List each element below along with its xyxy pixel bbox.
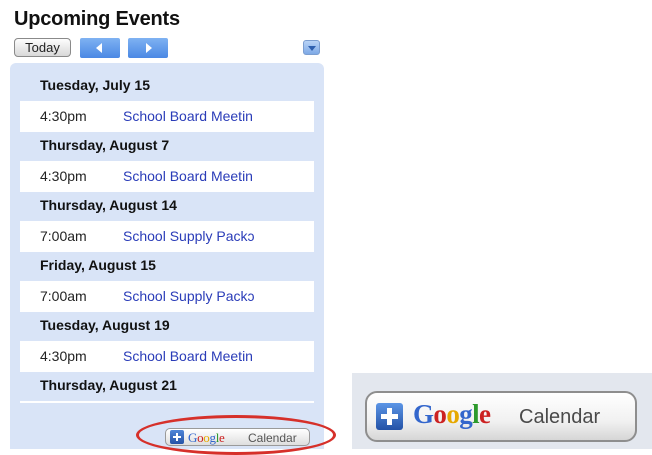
event-time: 7:00am <box>40 401 100 403</box>
calendar-label: Calendar <box>519 406 601 428</box>
event-row[interactable]: 7:00am School Supply Packɔ <box>20 281 314 312</box>
agenda-panel: Tuesday, July 15 4:30pm School Board Meeti… <box>10 63 324 449</box>
options-menu-button[interactable] <box>303 40 320 55</box>
event-row[interactable]: 4:30pm School Board Meetin <box>20 161 314 192</box>
event-title-link[interactable]: School Supply Packɔ <box>123 228 255 244</box>
event-time: 4:30pm <box>40 348 87 364</box>
google-letter: G <box>413 399 434 429</box>
day-header: Thursday, August 7 <box>20 132 314 161</box>
chevron-down-icon <box>308 46 316 51</box>
event-time: 4:30pm <box>40 108 87 124</box>
event-row[interactable]: 7:00amSchool Supply Packɔ <box>20 401 314 403</box>
google-letter: o <box>433 399 447 429</box>
right-arrow-icon <box>146 43 152 53</box>
previous-button[interactable] <box>80 38 120 58</box>
google-letter: e <box>479 399 491 429</box>
event-title-link[interactable]: School Board Meetin <box>123 348 253 364</box>
event-row[interactable]: 4:30pm School Board Meetin <box>20 341 314 372</box>
event-title-link[interactable]: School Board Meetin <box>123 168 253 184</box>
event-title-link[interactable]: School Supply Packɔ <box>123 288 255 304</box>
event-title-link[interactable]: School Board Meetin <box>123 108 253 124</box>
google-calendar-badge-zoomed: Google Calendar <box>365 391 637 442</box>
day-header: Tuesday, August 19 <box>20 312 314 341</box>
day-header: Thursday, August 14 <box>20 192 314 221</box>
google-letter: l <box>472 399 480 429</box>
day-header: Tuesday, July 15 <box>20 72 314 101</box>
plus-icon <box>376 403 403 430</box>
highlight-ellipse <box>136 415 336 455</box>
widget-title: Upcoming Events <box>14 8 180 30</box>
event-time: 7:00am <box>40 288 87 304</box>
event-row[interactable]: 4:30pm School Board Meetin <box>20 101 314 132</box>
next-button[interactable] <box>128 38 168 58</box>
today-button[interactable]: Today <box>14 38 71 57</box>
google-letter: g <box>459 399 473 429</box>
day-header: Thursday, August 21 <box>20 372 314 401</box>
google-wordmark: Google <box>413 399 491 430</box>
google-letter: o <box>446 399 460 429</box>
agenda-list[interactable]: Tuesday, July 15 4:30pm School Board Meeti… <box>20 72 314 403</box>
event-time: 4:30pm <box>40 168 87 184</box>
left-arrow-icon <box>96 43 102 53</box>
event-time: 7:00am <box>40 228 87 244</box>
day-header: Friday, August 15 <box>20 252 314 281</box>
event-row[interactable]: 7:00am School Supply Packɔ <box>20 221 314 252</box>
